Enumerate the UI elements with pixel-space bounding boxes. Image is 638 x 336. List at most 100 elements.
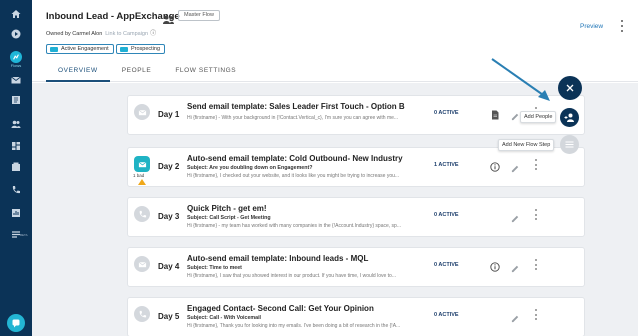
warning-icon [138, 179, 146, 185]
play-circle-icon [11, 29, 21, 39]
step-day: Day 3 [158, 212, 180, 221]
email-icon [134, 104, 150, 120]
link-to-campaign[interactable]: Link to Campaign [105, 31, 148, 37]
master-flow-chip: Master Flow [178, 10, 220, 21]
preview-button[interactable]: Preview [580, 23, 603, 30]
phone-icon [134, 306, 150, 322]
owner-text: Owned by Carmel Alon [46, 31, 103, 37]
add-flow-step-button[interactable] [560, 135, 579, 154]
info-icon[interactable] [490, 259, 500, 272]
step-preview: Hi {firstname} - my team has worked with… [187, 223, 401, 229]
step-preview: Hi {firstname}, Thank you for looking in… [187, 323, 401, 329]
sidebar-item-home[interactable] [0, 5, 32, 23]
step-day: Day 4 [158, 262, 180, 271]
tag-swatch [50, 46, 58, 52]
sidebar-flows-label: Flows [10, 62, 22, 68]
auto-email-icon [134, 156, 150, 172]
tag-label: Active Engagement [61, 46, 109, 52]
info-icon[interactable] [490, 159, 500, 172]
flow-step-card[interactable]: 1 bad Day 2 Auto-send email template: Co… [127, 147, 585, 187]
tab-people[interactable]: PEOPLE [110, 64, 164, 82]
step-active-count: 0 ACTIVE [434, 212, 459, 218]
beta-badge: BETA [20, 233, 28, 237]
step-preview: Hi {firstname} - With your background in… [187, 115, 399, 121]
edit-icon[interactable] [511, 210, 520, 223]
step-menu-icon[interactable] [534, 259, 538, 270]
edit-icon[interactable] [511, 310, 520, 323]
chat-icon [12, 319, 20, 328]
tag-swatch [120, 46, 128, 52]
step-menu-icon[interactable] [534, 159, 538, 170]
flow-step-card[interactable]: Day 4 Auto-send email template: Inbound … [127, 247, 585, 287]
flow-step-card[interactable]: Day 5 Engaged Contact- Second Call: Get … [127, 297, 585, 336]
step-preview: Hi {firstname}, I checked out your websi… [187, 173, 400, 179]
sidebar-item-tasks[interactable] [0, 91, 32, 109]
phone-icon [12, 186, 20, 194]
step-active-count: 0 ACTIVE [434, 262, 459, 268]
flows-icon [10, 50, 22, 63]
sidebar-item-mail[interactable] [0, 71, 32, 89]
people-icon [11, 120, 21, 128]
mail-icon [11, 76, 21, 84]
step-subject: Subject: Call - With Voicemail [187, 315, 262, 321]
info-icon[interactable]: ⓘ [150, 31, 156, 37]
sidebar-item-play[interactable] [0, 25, 32, 43]
help-chat-button[interactable] [7, 314, 25, 332]
step-subject: Subject: Call Script - Get Meeting [187, 215, 271, 221]
step-title: Auto-send email template: Cold Outbound-… [187, 154, 403, 163]
tab-bar: OVERVIEW PEOPLE FLOW SETTINGS [46, 64, 248, 82]
close-icon [566, 84, 574, 92]
page-title: Inbound Lead - AppExchange [46, 11, 180, 22]
tab-overview[interactable]: OVERVIEW [46, 64, 110, 82]
sidebar-item-dashboard[interactable] [0, 137, 32, 155]
edit-icon[interactable] [511, 108, 520, 121]
edit-icon[interactable] [511, 160, 520, 173]
sidebar-item-calls[interactable] [0, 181, 32, 199]
sidebar-item-reports[interactable] [0, 204, 32, 222]
step-title: Quick Pitch - get em! [187, 204, 267, 213]
home-icon [11, 10, 21, 18]
close-fab-button[interactable] [558, 76, 582, 100]
step-menu-icon[interactable] [534, 209, 538, 220]
shared-people-icon [163, 11, 174, 24]
step-active-count: 1 ACTIVE [434, 162, 459, 168]
sidebar-item-people[interactable] [0, 115, 32, 133]
step-subject: Subject: Are you doubling down on Engage… [187, 165, 313, 171]
step-menu-icon[interactable] [534, 309, 538, 320]
step-active-count: 0 ACTIVE [434, 312, 459, 318]
step-subject: Subject: Time to meet [187, 265, 242, 271]
step-title: Auto-send email template: Inbound leads … [187, 254, 369, 263]
add-person-icon [564, 113, 574, 122]
owner-line: Owned by Carmel Alon Link to Campaign ⓘ [46, 28, 156, 37]
phone-icon [134, 206, 150, 222]
step-title: Engaged Contact- Second Call: Get Your O… [187, 304, 374, 313]
annotation-arrow [491, 58, 550, 101]
step-active-count: 0 ACTIVE [434, 110, 459, 116]
step-day: Day 2 [158, 162, 180, 171]
inbox-icon [12, 162, 20, 171]
step-title: Send email template: Sales Leader First … [187, 102, 405, 111]
sidebar-item-flows[interactable]: Flows [0, 48, 32, 70]
dashboard-icon [12, 142, 20, 150]
add-people-tooltip: Add People [520, 111, 557, 123]
email-icon [134, 256, 150, 272]
more-options-icon[interactable] [620, 20, 624, 32]
document-icon[interactable] [490, 107, 500, 120]
tag-prospecting[interactable]: Prospecting [116, 44, 166, 54]
sidebar-item-inbox[interactable] [0, 158, 32, 176]
add-people-button[interactable] [560, 108, 579, 127]
sidebar: Flows BETA [0, 0, 32, 336]
tag-active-engagement[interactable]: Active Engagement [46, 44, 114, 54]
step-day: Day 1 [158, 110, 180, 119]
flow-step-card[interactable]: Day 3 Quick Pitch - get em! Subject: Cal… [127, 197, 585, 237]
add-step-tooltip: Add New Flow Step [498, 139, 555, 151]
tasks-icon [12, 96, 20, 104]
list-icon [565, 141, 574, 148]
bad-count-label: 1 bad [133, 173, 145, 178]
step-preview: Hi {firstname}, I saw that you showed in… [187, 273, 396, 279]
tab-flow-settings[interactable]: FLOW SETTINGS [163, 64, 248, 82]
edit-icon[interactable] [511, 260, 520, 273]
tag-label: Prospecting [131, 46, 161, 52]
step-day: Day 5 [158, 312, 180, 321]
reports-icon [12, 209, 20, 217]
